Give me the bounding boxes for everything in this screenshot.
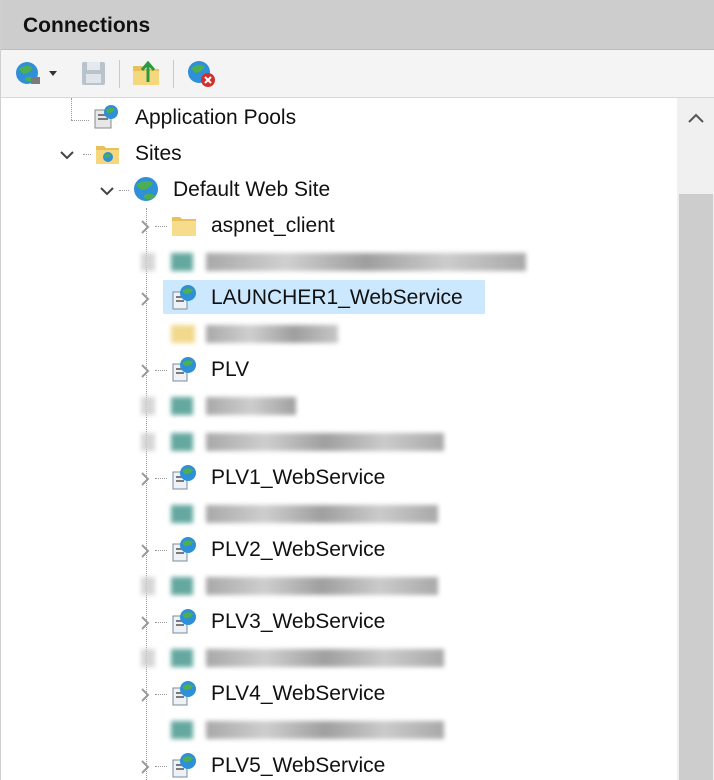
redacted-icon xyxy=(171,577,193,595)
redacted-label xyxy=(206,325,338,343)
tree-connector xyxy=(155,694,167,695)
tree-item-redacted[interactable] xyxy=(1,424,677,460)
up-folder-icon[interactable] xyxy=(131,58,163,88)
scroll-up-arrow-icon[interactable] xyxy=(677,98,714,138)
tree-item-application-pools[interactable]: Application Pools xyxy=(1,100,677,136)
tree-item-redacted[interactable] xyxy=(1,568,677,604)
redacted-label xyxy=(206,505,438,523)
tree-connector xyxy=(155,766,167,767)
tree-connector xyxy=(119,190,129,191)
redacted-icon xyxy=(171,253,193,271)
tree-item-label: Default Web Site xyxy=(173,178,331,201)
tree-item-label: Application Pools xyxy=(135,106,297,129)
vertical-scrollbar[interactable] xyxy=(677,98,714,780)
webapp-icon xyxy=(172,681,196,706)
redacted-label xyxy=(206,433,444,451)
tree-item-label: PLV3_WebService xyxy=(211,610,386,633)
tree-item-redacted[interactable] xyxy=(1,496,677,532)
redacted-chevron xyxy=(141,433,155,451)
app-pools-icon xyxy=(94,105,118,129)
scrollbar-thumb[interactable] xyxy=(679,194,713,780)
tree-item-label: PLV1_WebService xyxy=(211,466,386,489)
tree-connector xyxy=(155,550,167,551)
connect-icon[interactable] xyxy=(13,58,63,88)
globe-icon xyxy=(134,177,158,201)
chevron-right-icon[interactable] xyxy=(137,615,153,631)
connections-tree[interactable]: Application Pools Sites Default Web Site… xyxy=(1,98,677,780)
tree-connector xyxy=(155,370,167,371)
chevron-right-icon[interactable] xyxy=(137,471,153,487)
chevron-right-icon[interactable] xyxy=(137,759,153,775)
tree-item-label: PLV2_WebService xyxy=(211,538,386,561)
tree-item-label: Sites xyxy=(135,142,182,165)
chevron-down-icon[interactable] xyxy=(99,183,115,199)
tree-item-redacted[interactable] xyxy=(1,388,677,424)
tree-item-default-web-site[interactable]: Default Web Site xyxy=(1,172,677,208)
tree-item-label: PLV4_WebService xyxy=(211,682,386,705)
tree-item-plv2-webservice[interactable]: PLV2_WebService xyxy=(1,532,677,568)
tree-item-plv4-webservice[interactable]: PLV4_WebService xyxy=(1,676,677,712)
tree-item-plv[interactable]: PLV xyxy=(1,352,677,388)
tree-item-redacted[interactable] xyxy=(1,244,677,280)
redacted-chevron xyxy=(141,253,155,271)
panel-title: Connections xyxy=(23,14,151,37)
chevron-right-icon[interactable] xyxy=(137,363,153,379)
panel-header: Connections xyxy=(1,0,714,50)
tree-item-redacted[interactable] xyxy=(1,316,677,352)
tree-item-label: LAUNCHER1_WebService xyxy=(211,286,463,309)
toolbar xyxy=(1,50,714,98)
tree-item-redacted[interactable] xyxy=(1,640,677,676)
redacted-chevron xyxy=(141,577,155,595)
tree-item-redacted[interactable] xyxy=(1,712,677,748)
disconnect-icon[interactable] xyxy=(185,58,219,88)
tree-connector xyxy=(83,154,91,155)
redacted-chevron xyxy=(141,649,155,667)
tree-item-launcher1-webservice[interactable]: LAUNCHER1_WebService xyxy=(1,280,677,316)
webapp-icon xyxy=(172,285,196,310)
toolbar-separator xyxy=(173,60,174,88)
chevron-right-icon[interactable] xyxy=(137,219,153,235)
redacted-icon xyxy=(171,721,193,739)
chevron-right-icon[interactable] xyxy=(137,687,153,703)
redacted-icon xyxy=(171,649,193,667)
toolbar-separator xyxy=(119,60,120,88)
tree-connector xyxy=(155,478,167,479)
redacted-icon xyxy=(171,433,193,451)
webapp-icon xyxy=(172,537,196,562)
tree-item-label: PLV xyxy=(211,358,250,381)
redacted-chevron xyxy=(141,397,155,415)
redacted-icon xyxy=(171,325,195,343)
redacted-label xyxy=(206,721,444,739)
redacted-label xyxy=(206,397,296,415)
tree-item-plv3-webservice[interactable]: PLV3_WebService xyxy=(1,604,677,640)
webapp-icon xyxy=(172,609,196,634)
webapp-icon xyxy=(172,357,196,382)
tree-item-plv1-webservice[interactable]: PLV1_WebService xyxy=(1,460,677,496)
webapp-icon xyxy=(172,753,196,778)
folder-icon xyxy=(172,217,196,236)
chevron-right-icon[interactable] xyxy=(137,291,153,307)
tree-connector xyxy=(155,226,167,227)
webapp-icon xyxy=(172,465,196,490)
redacted-label xyxy=(206,649,444,667)
tree-item-label: PLV5_WebService xyxy=(211,754,386,777)
tree-connector xyxy=(155,622,167,623)
tree-item-label: aspnet_client xyxy=(211,214,335,237)
sites-icon xyxy=(96,146,119,164)
redacted-icon xyxy=(171,397,193,415)
connections-panel: Connections Application Pools Sites Defa… xyxy=(0,0,714,780)
tree-item-plv5-webservice[interactable]: PLV5_WebService xyxy=(1,748,677,780)
tree-item-aspnet-client[interactable]: aspnet_client xyxy=(1,208,677,244)
save-icon[interactable] xyxy=(79,58,109,88)
redacted-label xyxy=(206,577,438,595)
redacted-label xyxy=(206,253,526,271)
tree-item-sites[interactable]: Sites xyxy=(1,136,677,172)
chevron-down-icon[interactable] xyxy=(59,147,75,163)
chevron-right-icon[interactable] xyxy=(137,543,153,559)
redacted-icon xyxy=(171,505,193,523)
